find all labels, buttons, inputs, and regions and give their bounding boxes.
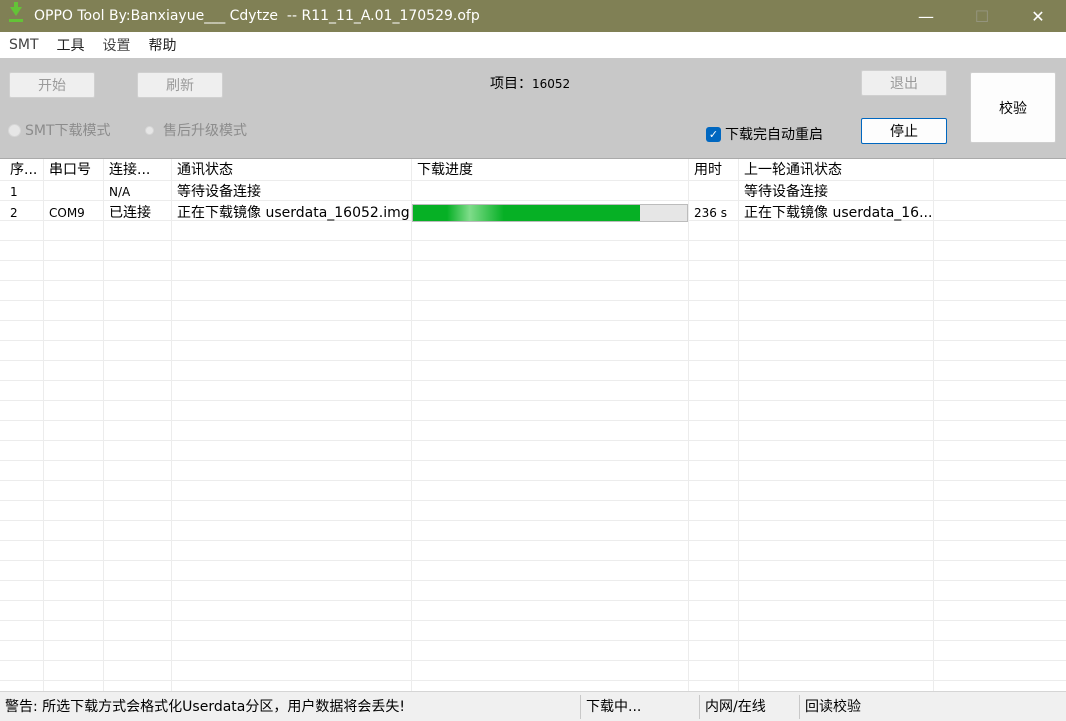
stop-button[interactable]: 停止 [861, 118, 947, 144]
grid-column-line [688, 159, 689, 691]
menu-settings[interactable]: 设置 [94, 35, 140, 55]
grid-row-line [0, 360, 1066, 361]
close-button[interactable]: ✕ [1010, 0, 1066, 32]
maximize-icon: ☐ [974, 6, 990, 26]
minimize-button[interactable]: — [898, 0, 954, 32]
row-status: 等待设备连接 [177, 184, 261, 200]
grid-column-line [738, 159, 739, 691]
row-connection: 已连接 [109, 205, 151, 221]
window-title: OPPO Tool By:Banxiayue___ Cdytze -- R11_… [34, 8, 480, 24]
grid-row-line [0, 520, 1066, 521]
grid-row-line [0, 600, 1066, 601]
grid-row-line [0, 280, 1066, 281]
status-state: 下载中... [586, 699, 642, 715]
menu-tools[interactable]: 工具 [48, 35, 94, 55]
row-time: 236 s [694, 206, 727, 220]
grid-row-line [0, 260, 1066, 261]
column-time[interactable]: 用时 [688, 159, 738, 180]
row-port [43, 181, 103, 202]
menu-smt[interactable]: SMT [0, 37, 48, 53]
table-header: 序... 串口号 连接... 通讯状态 下载进度 用时 上一轮通讯状态 [0, 159, 1066, 180]
aftersale-mode-label: 售后升级模式 [163, 123, 247, 139]
column-index[interactable]: 序... [4, 159, 43, 180]
status-network: 内网/在线 [705, 699, 766, 715]
grid-row-line [0, 500, 1066, 501]
project-label: 项目： [490, 76, 532, 92]
row-last-status: 等待设备连接 [744, 184, 828, 200]
column-status[interactable]: 通讯状态 [171, 159, 411, 180]
progress-fill [413, 205, 641, 221]
grid-row-line [0, 480, 1066, 481]
row-status-text: 正在下载镜像 userdata_16052.img [177, 205, 410, 221]
row-connection: N/A [109, 185, 131, 199]
grid-row-line [0, 580, 1066, 581]
verify-button[interactable]: 校验 [970, 72, 1056, 143]
grid-row-line [0, 300, 1066, 301]
grid-row-line [0, 460, 1066, 461]
title-bar: OPPO Tool By:Banxiayue___ Cdytze -- R11_… [0, 0, 1066, 32]
grid-row-line [0, 440, 1066, 441]
grid-row-line [0, 620, 1066, 621]
menu-help[interactable]: 帮助 [140, 35, 186, 55]
radio-dot-icon [145, 125, 154, 135]
grid-row-line [0, 240, 1066, 241]
start-button[interactable]: 开始 [9, 72, 95, 98]
device-table: 序... 串口号 连接... 通讯状态 下载进度 用时 上一轮通讯状态 1 N/… [0, 158, 1066, 691]
column-progress[interactable]: 下载进度 [411, 159, 688, 180]
status-bar: 警告: 所选下载方式会格式化Userdata分区，用户数据将会丢失! 下载中..… [0, 691, 1066, 721]
column-port[interactable]: 串口号 [43, 159, 103, 180]
smt-mode-label: SMT下载模式 [25, 123, 111, 139]
grid-column-line [411, 159, 412, 691]
grid-row-line [0, 660, 1066, 661]
grid-row-line [0, 320, 1066, 321]
grid-row-line [0, 540, 1066, 541]
project-value: 16052 [532, 77, 571, 91]
grid-row-line [0, 380, 1066, 381]
minimize-icon: — [918, 6, 934, 26]
grid-column-line [103, 159, 104, 691]
checkmark-icon: ✓ [706, 126, 721, 142]
toolbar: 开始 刷新 项目：16052 退出 校验 SMT下载模式 售后升级模式 ✓ 下载… [0, 58, 1066, 158]
column-last-status[interactable]: 上一轮通讯状态 [738, 159, 933, 180]
maximize-button[interactable]: ☐ [954, 0, 1010, 32]
exit-button[interactable]: 退出 [861, 70, 947, 96]
grid-row-line [0, 560, 1066, 561]
close-icon: ✕ [1031, 6, 1045, 26]
aftersale-mode-radio[interactable]: 售后升级模式 [145, 120, 247, 140]
column-connection[interactable]: 连接... [103, 159, 171, 180]
row-status: 正在下载镜像 userdata_16052.img [171, 202, 411, 223]
row-index: 1 [10, 185, 18, 199]
status-readback: 回读校验 [805, 699, 861, 715]
row-time [688, 181, 738, 202]
table-row[interactable]: 2 COM9 已连接 正在下载镜像 userdata_16052.img 236… [0, 202, 1066, 223]
grid-column-line [933, 159, 934, 691]
grid-row-line [0, 400, 1066, 401]
smt-mode-radio[interactable]: SMT下载模式 [8, 120, 111, 140]
download-arrow-icon [6, 2, 26, 26]
grid-row-line [0, 680, 1066, 681]
project-info: 项目：16052 [490, 73, 570, 93]
app-window: OPPO Tool By:Banxiayue___ Cdytze -- R11_… [0, 0, 1066, 721]
row-index: 2 [10, 206, 18, 220]
grid-row-line [0, 340, 1066, 341]
refresh-button[interactable]: 刷新 [137, 72, 223, 98]
auto-reboot-label: 下载完自动重启 [725, 127, 823, 143]
row-last-status: 正在下载镜像 userdata_16... [744, 205, 933, 221]
download-progress-bar [412, 204, 688, 222]
table-row[interactable]: 1 N/A 等待设备连接 等待设备连接 [0, 181, 1066, 202]
grid-row-line [0, 420, 1066, 421]
grid-column-line [43, 159, 44, 691]
grid-row-line [0, 640, 1066, 641]
grid-column-line [171, 159, 172, 691]
row-port: COM9 [49, 206, 85, 220]
status-warning: 警告: 所选下载方式会格式化Userdata分区，用户数据将会丢失! [5, 699, 405, 715]
menu-bar: SMT 工具 设置 帮助 [0, 32, 1066, 58]
radio-dot-icon [8, 123, 21, 137]
auto-reboot-checkbox[interactable]: ✓ 下载完自动重启 [706, 124, 823, 144]
